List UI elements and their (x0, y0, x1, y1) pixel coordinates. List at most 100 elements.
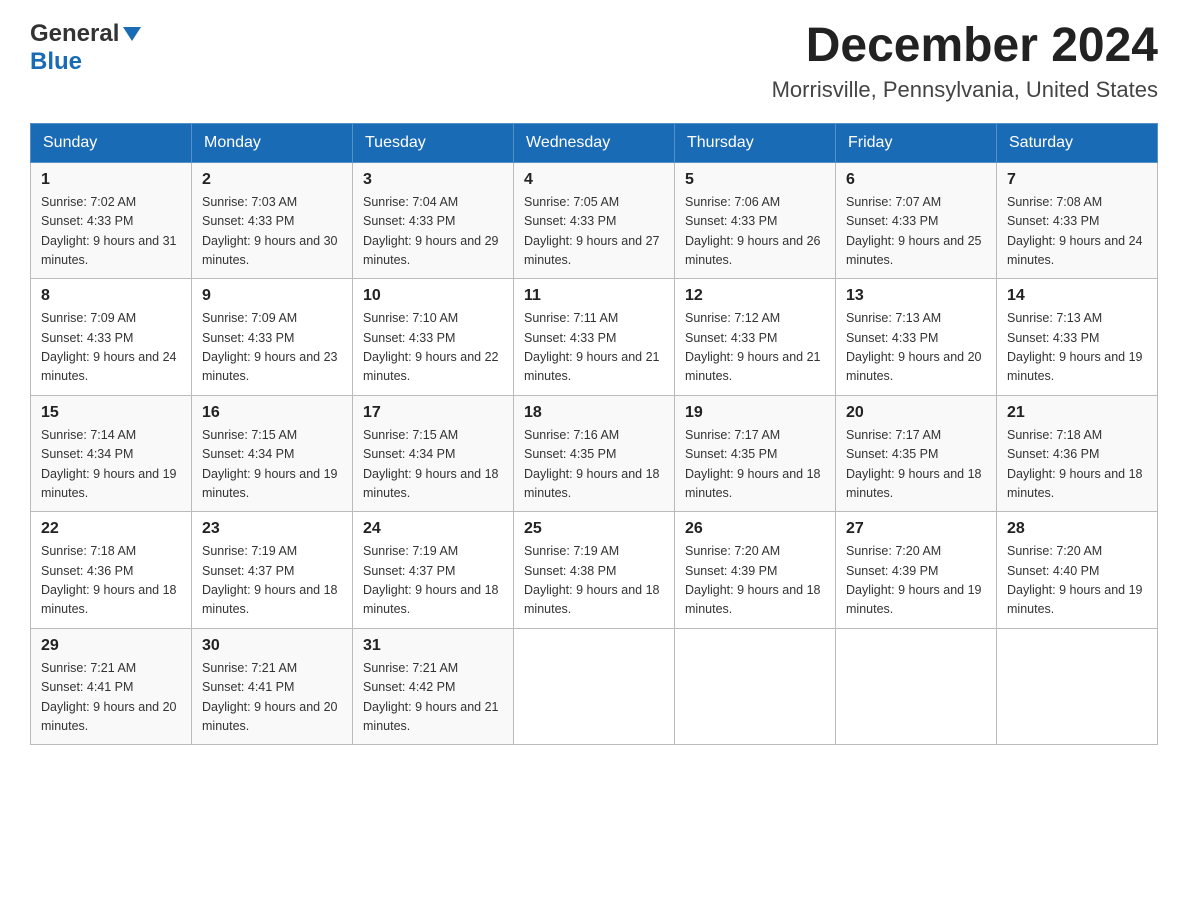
calendar-cell: 7 Sunrise: 7:08 AMSunset: 4:33 PMDaylight… (997, 162, 1158, 279)
day-number: 13 (846, 287, 986, 305)
day-number: 18 (524, 404, 664, 422)
calendar-cell: 27 Sunrise: 7:20 AMSunset: 4:39 PMDayligh… (836, 512, 997, 629)
day-info: Sunrise: 7:19 AMSunset: 4:37 PMDaylight:… (363, 542, 503, 620)
day-number: 9 (202, 287, 342, 305)
day-info: Sunrise: 7:07 AMSunset: 4:33 PMDaylight:… (846, 193, 986, 271)
logo: General Blue (30, 20, 143, 76)
day-number: 26 (685, 520, 825, 538)
day-number: 3 (363, 171, 503, 189)
day-number: 20 (846, 404, 986, 422)
calendar-week-5: 29 Sunrise: 7:21 AMSunset: 4:41 PMDayligh… (31, 628, 1158, 745)
days-of-week-row: SundayMondayTuesdayWednesdayThursdayFrid… (31, 123, 1158, 162)
day-of-week-saturday: Saturday (997, 123, 1158, 162)
day-info: Sunrise: 7:21 AMSunset: 4:41 PMDaylight:… (41, 659, 181, 737)
day-number: 28 (1007, 520, 1147, 538)
calendar-cell: 22 Sunrise: 7:18 AMSunset: 4:36 PMDayligh… (31, 512, 192, 629)
calendar-cell: 13 Sunrise: 7:13 AMSunset: 4:33 PMDayligh… (836, 279, 997, 396)
day-info: Sunrise: 7:11 AMSunset: 4:33 PMDaylight:… (524, 309, 664, 387)
calendar-cell (836, 628, 997, 745)
day-info: Sunrise: 7:13 AMSunset: 4:33 PMDaylight:… (846, 309, 986, 387)
day-info: Sunrise: 7:18 AMSunset: 4:36 PMDaylight:… (1007, 426, 1147, 504)
calendar-cell: 2 Sunrise: 7:03 AMSunset: 4:33 PMDaylight… (192, 162, 353, 279)
calendar-cell: 1Sunrise: 7:02 AMSunset: 4:33 PMDaylight… (31, 162, 192, 279)
calendar-cell: 6 Sunrise: 7:07 AMSunset: 4:33 PMDaylight… (836, 162, 997, 279)
day-number: 2 (202, 171, 342, 189)
calendar-cell: 3Sunrise: 7:04 AMSunset: 4:33 PMDaylight… (353, 162, 514, 279)
day-info: Sunrise: 7:21 AMSunset: 4:42 PMDaylight:… (363, 659, 503, 737)
day-number: 6 (846, 171, 986, 189)
calendar-cell: 25Sunrise: 7:19 AMSunset: 4:38 PMDayligh… (514, 512, 675, 629)
page-header: General Blue December 2024 Morrisville, … (30, 20, 1158, 103)
day-number: 14 (1007, 287, 1147, 305)
day-info: Sunrise: 7:09 AMSunset: 4:33 PMDaylight:… (202, 309, 342, 387)
logo-triangle-icon (121, 23, 143, 45)
calendar-table: SundayMondayTuesdayWednesdayThursdayFrid… (30, 123, 1158, 746)
calendar-cell: 30 Sunrise: 7:21 AMSunset: 4:41 PMDayligh… (192, 628, 353, 745)
day-number: 21 (1007, 404, 1147, 422)
logo-blue-text: Blue (30, 48, 82, 76)
day-info: Sunrise: 7:05 AMSunset: 4:33 PMDaylight:… (524, 193, 664, 271)
calendar-cell: 16Sunrise: 7:15 AMSunset: 4:34 PMDayligh… (192, 395, 353, 512)
day-number: 12 (685, 287, 825, 305)
day-of-week-tuesday: Tuesday (353, 123, 514, 162)
day-info: Sunrise: 7:17 AMSunset: 4:35 PMDaylight:… (685, 426, 825, 504)
day-info: Sunrise: 7:21 AMSunset: 4:41 PMDaylight:… (202, 659, 342, 737)
calendar-cell (997, 628, 1158, 745)
day-number: 5 (685, 171, 825, 189)
calendar-cell: 8 Sunrise: 7:09 AMSunset: 4:33 PMDaylight… (31, 279, 192, 396)
calendar-cell: 19 Sunrise: 7:17 AMSunset: 4:35 PMDayligh… (675, 395, 836, 512)
calendar-body: 1Sunrise: 7:02 AMSunset: 4:33 PMDaylight… (31, 162, 1158, 745)
day-info: Sunrise: 7:09 AMSunset: 4:33 PMDaylight:… (41, 309, 181, 387)
day-number: 23 (202, 520, 342, 538)
day-info: Sunrise: 7:15 AMSunset: 4:34 PMDaylight:… (363, 426, 503, 504)
day-of-week-friday: Friday (836, 123, 997, 162)
day-number: 15 (41, 404, 181, 422)
calendar-cell: 29 Sunrise: 7:21 AMSunset: 4:41 PMDayligh… (31, 628, 192, 745)
day-info: Sunrise: 7:20 AMSunset: 4:39 PMDaylight:… (846, 542, 986, 620)
day-number: 16 (202, 404, 342, 422)
day-number: 24 (363, 520, 503, 538)
day-number: 11 (524, 287, 664, 305)
day-number: 7 (1007, 171, 1147, 189)
calendar-cell: 15 Sunrise: 7:14 AMSunset: 4:34 PMDayligh… (31, 395, 192, 512)
day-of-week-thursday: Thursday (675, 123, 836, 162)
day-number: 22 (41, 520, 181, 538)
day-info: Sunrise: 7:16 AMSunset: 4:35 PMDaylight:… (524, 426, 664, 504)
calendar-cell: 21 Sunrise: 7:18 AMSunset: 4:36 PMDayligh… (997, 395, 1158, 512)
day-info: Sunrise: 7:18 AMSunset: 4:36 PMDaylight:… (41, 542, 181, 620)
logo-general-text: General (30, 20, 119, 48)
calendar-subtitle: Morrisville, Pennsylvania, United States (772, 77, 1158, 103)
calendar-cell: 17 Sunrise: 7:15 AMSunset: 4:34 PMDayligh… (353, 395, 514, 512)
calendar-cell: 11 Sunrise: 7:11 AMSunset: 4:33 PMDayligh… (514, 279, 675, 396)
day-info: Sunrise: 7:12 AMSunset: 4:33 PMDaylight:… (685, 309, 825, 387)
calendar-cell: 14 Sunrise: 7:13 AMSunset: 4:33 PMDayligh… (997, 279, 1158, 396)
day-info: Sunrise: 7:08 AMSunset: 4:33 PMDaylight:… (1007, 193, 1147, 271)
day-number: 17 (363, 404, 503, 422)
calendar-cell: 5Sunrise: 7:06 AMSunset: 4:33 PMDaylight… (675, 162, 836, 279)
calendar-week-1: 1Sunrise: 7:02 AMSunset: 4:33 PMDaylight… (31, 162, 1158, 279)
day-number: 31 (363, 637, 503, 655)
calendar-cell: 24 Sunrise: 7:19 AMSunset: 4:37 PMDayligh… (353, 512, 514, 629)
day-number: 1 (41, 171, 181, 189)
title-block: December 2024 Morrisville, Pennsylvania,… (772, 20, 1158, 103)
day-info: Sunrise: 7:20 AMSunset: 4:40 PMDaylight:… (1007, 542, 1147, 620)
day-info: Sunrise: 7:14 AMSunset: 4:34 PMDaylight:… (41, 426, 181, 504)
calendar-cell: 12 Sunrise: 7:12 AMSunset: 4:33 PMDayligh… (675, 279, 836, 396)
day-info: Sunrise: 7:10 AMSunset: 4:33 PMDaylight:… (363, 309, 503, 387)
day-number: 4 (524, 171, 664, 189)
calendar-cell: 18 Sunrise: 7:16 AMSunset: 4:35 PMDayligh… (514, 395, 675, 512)
day-info: Sunrise: 7:03 AMSunset: 4:33 PMDaylight:… (202, 193, 342, 271)
day-number: 30 (202, 637, 342, 655)
calendar-header: SundayMondayTuesdayWednesdayThursdayFrid… (31, 123, 1158, 162)
day-of-week-wednesday: Wednesday (514, 123, 675, 162)
day-number: 29 (41, 637, 181, 655)
day-number: 27 (846, 520, 986, 538)
day-number: 19 (685, 404, 825, 422)
calendar-cell: 4 Sunrise: 7:05 AMSunset: 4:33 PMDaylight… (514, 162, 675, 279)
day-of-week-sunday: Sunday (31, 123, 192, 162)
day-info: Sunrise: 7:13 AMSunset: 4:33 PMDaylight:… (1007, 309, 1147, 387)
day-number: 8 (41, 287, 181, 305)
calendar-cell: 28 Sunrise: 7:20 AMSunset: 4:40 PMDayligh… (997, 512, 1158, 629)
calendar-week-4: 22 Sunrise: 7:18 AMSunset: 4:36 PMDayligh… (31, 512, 1158, 629)
day-number: 10 (363, 287, 503, 305)
